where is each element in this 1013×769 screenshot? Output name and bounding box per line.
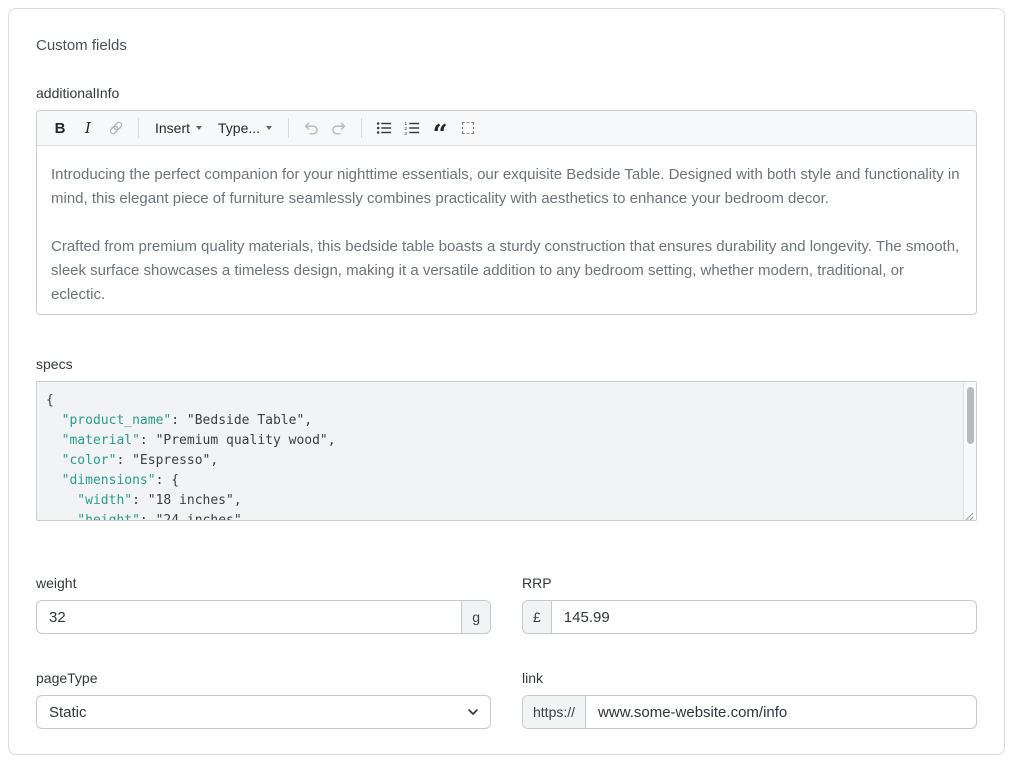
code-line: "material": "Premium quality wood", bbox=[46, 431, 956, 451]
italic-button[interactable]: I bbox=[75, 115, 101, 141]
numbered-list-button[interactable]: 123 bbox=[399, 115, 425, 141]
weight-input-group: g bbox=[36, 600, 491, 634]
editor-content[interactable]: Introducing the perfect companion for yo… bbox=[37, 146, 976, 315]
bold-button[interactable]: B bbox=[47, 115, 73, 141]
field-label-pagetype: pageType bbox=[36, 670, 491, 686]
svg-text:3: 3 bbox=[404, 131, 407, 137]
scrollbar-track[interactable] bbox=[963, 382, 976, 520]
toolbar-divider bbox=[288, 118, 289, 138]
toolbar-divider bbox=[361, 118, 362, 138]
pagetype-select-wrap: Static bbox=[36, 695, 491, 729]
chevron-down-icon bbox=[196, 126, 202, 130]
code-line: "dimensions": { bbox=[46, 471, 956, 491]
code-line: { bbox=[46, 391, 956, 411]
chevron-down-icon bbox=[266, 126, 272, 130]
weight-input[interactable] bbox=[37, 601, 461, 633]
code-line: "color": "Espresso", bbox=[46, 451, 956, 471]
rrp-input[interactable] bbox=[552, 601, 976, 633]
field-label-rrp: RRP bbox=[522, 575, 977, 591]
numbered-list-icon: 123 bbox=[403, 119, 421, 137]
undo-button[interactable] bbox=[298, 115, 324, 141]
redo-button[interactable] bbox=[326, 115, 352, 141]
blockquote-button[interactable]: “ bbox=[427, 115, 453, 141]
richtext-editor: B I Insert Type... bbox=[36, 110, 977, 315]
link-input[interactable] bbox=[586, 696, 976, 728]
link-input-group: https:// bbox=[522, 695, 977, 729]
custom-fields-card: Custom fields additionalInfo B I Insert … bbox=[8, 8, 1005, 755]
editor-paragraph: Introducing the perfect companion for yo… bbox=[51, 163, 962, 211]
field-label-link: link bbox=[522, 670, 977, 686]
page-title: Custom fields bbox=[36, 37, 977, 54]
code-line: "width": "18 inches", bbox=[46, 491, 956, 511]
link-button[interactable] bbox=[103, 115, 129, 141]
bullet-list-button[interactable] bbox=[371, 115, 397, 141]
field-label-specs: specs bbox=[36, 356, 977, 372]
insert-dropdown-label: Insert bbox=[155, 120, 190, 136]
rrp-input-group: £ bbox=[522, 600, 977, 634]
type-dropdown-label: Type... bbox=[218, 120, 260, 136]
undo-icon bbox=[302, 119, 320, 137]
field-label-weight: weight bbox=[36, 575, 491, 591]
resize-handle[interactable] bbox=[964, 508, 974, 518]
weight-unit-addon: g bbox=[461, 601, 490, 633]
url-scheme-addon: https:// bbox=[523, 696, 586, 728]
type-dropdown[interactable]: Type... bbox=[211, 115, 279, 141]
code-line: "product_name": "Bedside Table", bbox=[46, 411, 956, 431]
code-line: "height": "24 inches" bbox=[46, 511, 956, 521]
redo-icon bbox=[330, 119, 348, 137]
visualblocks-button[interactable] bbox=[455, 115, 481, 141]
specs-code-textarea[interactable]: { "product_name": "Bedside Table", "mate… bbox=[36, 381, 977, 521]
editor-toolbar: B I Insert Type... bbox=[37, 111, 976, 146]
link-icon bbox=[107, 119, 125, 137]
insert-dropdown[interactable]: Insert bbox=[148, 115, 209, 141]
field-label-additionalinfo: additionalInfo bbox=[36, 85, 977, 101]
toolbar-divider bbox=[138, 118, 139, 138]
bullet-list-icon bbox=[375, 119, 393, 137]
scrollbar-thumb[interactable] bbox=[967, 387, 974, 444]
pagetype-select[interactable]: Static bbox=[36, 695, 491, 729]
currency-addon: £ bbox=[523, 601, 552, 633]
dashed-square-icon bbox=[462, 122, 474, 134]
editor-paragraph: Crafted from premium quality materials, … bbox=[51, 235, 962, 307]
